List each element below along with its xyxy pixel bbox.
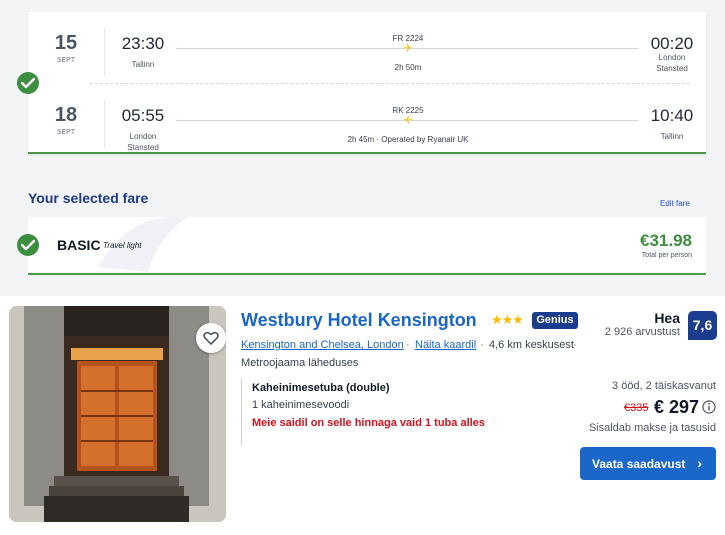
location-link[interactable]: Kensington and Chelsea, London bbox=[241, 339, 404, 351]
outbound-arrival-time: 00:20 bbox=[650, 34, 694, 53]
selected-fare-heading: Your selected fare bbox=[28, 190, 149, 206]
hotel-result-card: Westbury Hotel Kensington ★★★ Genius Ken… bbox=[0, 296, 725, 535]
discounted-price: € 297 bbox=[654, 397, 700, 417]
chevron-right-icon: › bbox=[697, 455, 702, 471]
return-flight-row: 18 SEPT 05:55 London Stansted RK 2225 ✈ … bbox=[28, 90, 706, 153]
hotel-entrance-image bbox=[9, 306, 226, 522]
show-on-map-link[interactable]: Näita kaardil bbox=[415, 339, 476, 351]
save-to-favorites-button[interactable] bbox=[196, 323, 226, 353]
star-rating-icon: ★★★ bbox=[491, 312, 524, 327]
separator-dot: · bbox=[480, 339, 484, 351]
price-info-icon[interactable] bbox=[702, 400, 716, 419]
original-price: €335 bbox=[624, 402, 649, 414]
outbound-departure-time: 23:30 bbox=[121, 34, 165, 53]
hotel-name-link[interactable]: Westbury Hotel Kensington bbox=[241, 310, 477, 331]
see-availability-label: Vaata saadavust bbox=[592, 457, 686, 471]
separator-dot: · bbox=[573, 339, 577, 351]
outbound-arrival-airport: Stansted bbox=[656, 64, 688, 73]
fare-price: €31.98 bbox=[640, 231, 692, 250]
return-departure-time: 05:55 bbox=[121, 106, 165, 125]
review-rating-word[interactable]: Hea bbox=[654, 310, 680, 326]
return-arrival-place: Tallinn bbox=[643, 131, 701, 142]
plane-icon: ✈ bbox=[402, 41, 414, 55]
fare-tagline: Travel light bbox=[103, 241, 142, 250]
see-availability-button[interactable]: Vaata saadavust › bbox=[580, 447, 716, 480]
heart-icon bbox=[203, 332, 219, 345]
scarcity-message: Meie saidil on selle hinnaga vaid 1 tuba… bbox=[252, 417, 485, 429]
flight-itinerary-card: 15 SEPT 23:30 Tallinn FR 2224 ✈ 2h 50m 0… bbox=[28, 12, 706, 154]
outbound-duration: 2h 50m bbox=[394, 63, 422, 72]
outbound-arrival-place: London Stansted bbox=[643, 52, 701, 74]
fare-total-label: Total per person bbox=[641, 252, 692, 259]
separator-dot: · bbox=[406, 339, 410, 351]
fare-selected-check-icon bbox=[17, 234, 39, 256]
room-type: Kaheinimesetuba (double) bbox=[252, 382, 390, 394]
return-date-day: 18 bbox=[54, 104, 78, 126]
outbound-departure-place: Tallinn bbox=[113, 59, 173, 70]
divider bbox=[104, 28, 105, 76]
return-date-month: SEPT bbox=[56, 129, 76, 136]
return-departure-airport: Stansted bbox=[127, 143, 159, 152]
outbound-departure-city: Tallinn bbox=[131, 60, 155, 69]
genius-badge: Genius bbox=[532, 312, 578, 329]
return-arrival-time: 10:40 bbox=[650, 106, 694, 125]
divider bbox=[104, 100, 105, 148]
review-score-badge[interactable]: 7,6 bbox=[688, 311, 717, 340]
hotel-photo[interactable] bbox=[9, 306, 226, 522]
taxes-note: Sisaldab makse ja tasusid bbox=[588, 422, 716, 434]
leg-divider bbox=[90, 83, 690, 84]
outbound-date-day: 15 bbox=[54, 32, 78, 54]
return-arrival-city: Tallinn bbox=[660, 132, 684, 141]
distance-from-centre: 4,6 km keskusest bbox=[489, 339, 574, 351]
edit-fare-link[interactable]: Edit fare bbox=[660, 199, 690, 208]
flight-selected-check-icon bbox=[17, 72, 39, 94]
review-count[interactable]: 2 926 arvustust bbox=[605, 326, 680, 338]
return-duration: 2h 45m · Operated by Ryanair UK bbox=[347, 135, 469, 144]
metro-proximity: Metroojaama läheduses bbox=[241, 357, 359, 369]
selected-fare-card: BASIC Travel light €31.98 Total per pers… bbox=[28, 217, 706, 275]
room-info-divider bbox=[241, 378, 242, 446]
return-departure-place: London Stansted bbox=[113, 131, 173, 153]
outbound-flight-row: 15 SEPT 23:30 Tallinn FR 2224 ✈ 2h 50m 0… bbox=[28, 18, 706, 78]
return-departure-city: London bbox=[129, 132, 157, 141]
fare-name: BASIC bbox=[57, 237, 101, 253]
plane-icon: ✈ bbox=[402, 113, 414, 127]
outbound-arrival-city: London bbox=[658, 53, 686, 62]
bed-type: 1 kaheinimesevoodi bbox=[252, 399, 350, 411]
stay-details: 3 ööd, 2 täiskasvanut bbox=[612, 380, 716, 392]
outbound-date-month: SEPT bbox=[56, 57, 76, 64]
